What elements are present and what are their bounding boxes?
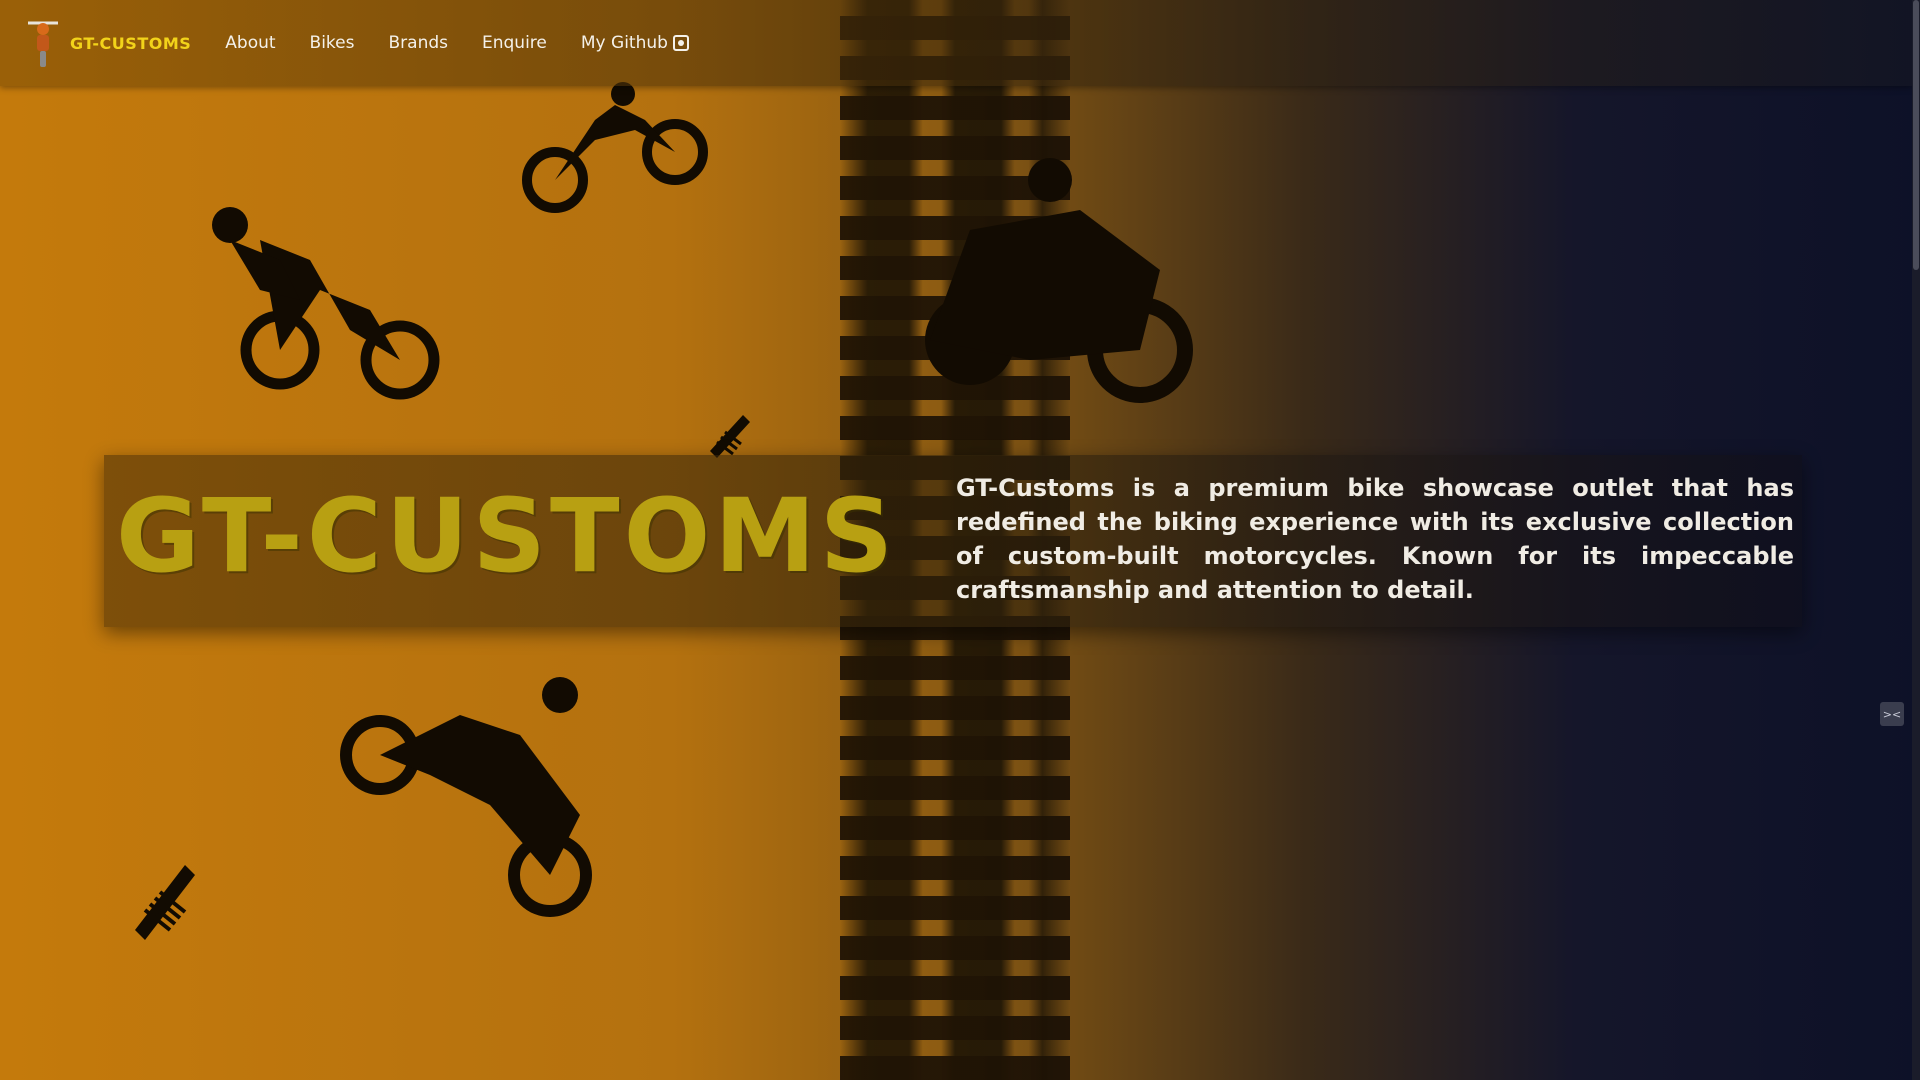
- side-widget-button[interactable]: ><: [1880, 702, 1904, 726]
- nav-link-about[interactable]: About: [225, 33, 275, 53]
- roadbike-silhouette: [925, 158, 1193, 403]
- github-icon: [672, 35, 689, 51]
- navbar: GT-CUSTOMS About Bikes Brands Enquire My…: [0, 0, 1912, 86]
- hero-title: GT-CUSTOMS: [116, 477, 898, 596]
- hero-description: GT-Customs is a premium bike showcase ou…: [956, 474, 1794, 604]
- brand-name: GT-CUSTOMS: [70, 33, 192, 53]
- nav-links: About Bikes Brands Enquire My Github: [203, 33, 701, 53]
- nav-link-github-label: My Github: [580, 33, 668, 53]
- dirtbike-silhouette-bottom: [340, 677, 592, 917]
- nav-link-brands[interactable]: Brands: [389, 33, 449, 53]
- scrollbar-thumb[interactable]: [1913, 0, 1919, 270]
- dirtbike-silhouette-left: [212, 207, 440, 400]
- rider-logo-icon: [28, 21, 58, 67]
- nav-link-bikes[interactable]: Bikes: [310, 33, 355, 53]
- shock-absorber-icon: [135, 865, 195, 940]
- nav-link-github[interactable]: My Github: [581, 33, 689, 53]
- vertical-scrollbar[interactable]: [1912, 0, 1920, 1080]
- hero-card: GT-CUSTOMS GT-Customs is a premium bike …: [104, 455, 1802, 627]
- nav-link-enquire[interactable]: Enquire: [482, 33, 547, 53]
- brand[interactable]: GT-CUSTOMS: [26, 17, 191, 69]
- dirtbike-silhouette-top: [522, 82, 708, 213]
